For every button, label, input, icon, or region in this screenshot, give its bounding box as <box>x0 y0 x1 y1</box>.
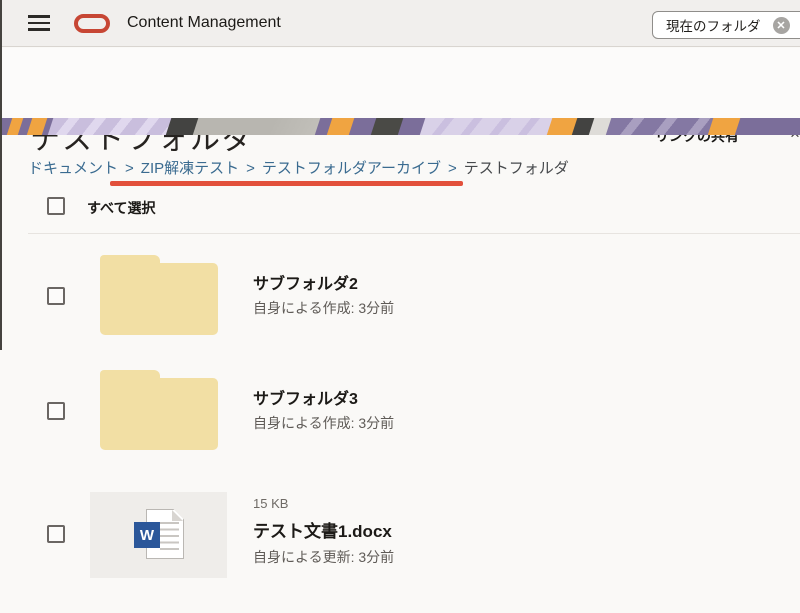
breadcrumb-separator: > <box>246 160 255 177</box>
chip-remove-icon[interactable]: ✕ <box>773 17 790 34</box>
item-meta: 自身による更新: 3分前 <box>253 547 394 567</box>
hamburger-menu-icon[interactable] <box>28 15 50 32</box>
breadcrumb: ドキュメント > ZIP解凍テスト > テストフォルダアーカイブ > テストフォルダ <box>28 157 569 178</box>
content-management-window: Content Management 現在のフォルダ ✕ テストフォルダ リンク… <box>0 0 800 613</box>
file-thumbnail[interactable]: W <box>90 492 227 578</box>
file-size: 15 KB <box>253 496 288 511</box>
breadcrumb-item-archive[interactable]: テストフォルダアーカイブ <box>262 160 441 177</box>
red-underline-annotation <box>110 181 463 186</box>
breadcrumb-separator: > <box>125 160 134 177</box>
search-filter-chip[interactable]: 現在のフォルダ <box>666 15 761 35</box>
select-all-label: すべて選択 <box>87 198 155 218</box>
row-checkbox[interactable] <box>47 402 65 420</box>
folder-icon[interactable] <box>100 370 218 450</box>
oracle-logo-icon <box>74 14 110 33</box>
page-header: テストフォルダ リンクの共有 × <box>0 48 800 118</box>
divider <box>28 233 800 234</box>
search-input[interactable]: 現在のフォルダ ✕ <box>652 11 800 39</box>
window-left-edge <box>0 0 2 350</box>
app-title: Content Management <box>127 14 281 32</box>
breadcrumb-item-zip-test[interactable]: ZIP解凍テスト <box>141 160 239 177</box>
word-w-badge: W <box>134 522 160 548</box>
select-all-checkbox[interactable] <box>47 197 65 215</box>
row-checkbox[interactable] <box>47 525 65 543</box>
row-checkbox[interactable] <box>47 287 65 305</box>
item-title[interactable]: サブフォルダ2 <box>253 270 358 294</box>
item-title[interactable]: テスト文書1.docx <box>253 517 392 542</box>
breadcrumb-separator: > <box>448 160 457 177</box>
item-meta: 自身による作成: 3分前 <box>253 298 394 318</box>
item-title[interactable]: サブフォルダ3 <box>253 385 358 409</box>
banner-image <box>0 118 800 135</box>
top-bar: Content Management 現在のフォルダ ✕ <box>0 0 800 47</box>
breadcrumb-item-documents[interactable]: ドキュメント <box>28 160 118 177</box>
item-meta: 自身による作成: 3分前 <box>253 413 394 433</box>
breadcrumb-item-current: テストフォルダ <box>464 160 569 177</box>
folder-icon[interactable] <box>100 255 218 335</box>
